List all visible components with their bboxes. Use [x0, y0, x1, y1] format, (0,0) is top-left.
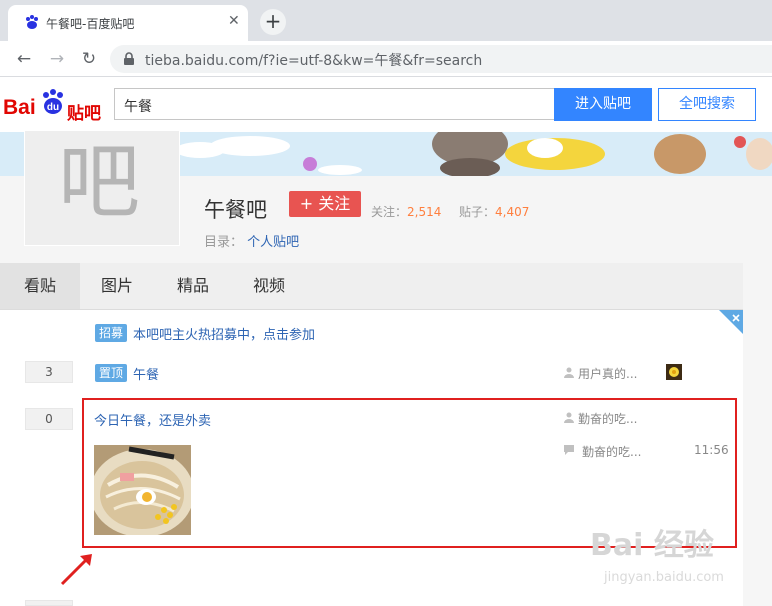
posts-label: 贴子： [459, 205, 496, 219]
baidu-paw-icon [26, 15, 38, 29]
red-arrow-annotation [60, 554, 92, 586]
lock-icon [124, 52, 134, 65]
directory-label: 目录： [204, 235, 244, 250]
svg-text:du: du [47, 102, 59, 113]
pinned-badge: 置顶 [95, 364, 128, 382]
search-all-button[interactable]: 全吧搜索 [658, 88, 756, 121]
search-input-value[interactable]: 午餐 [124, 96, 152, 116]
url-text[interactable]: tieba.baidu.com/f?ie=utf-8&kw=午餐&fr=sear… [145, 50, 482, 70]
level-badge-icon [666, 364, 682, 380]
forum-directory: 目录： 个人贴吧 [204, 231, 299, 250]
directory-link[interactable]: 个人贴吧 [247, 235, 299, 250]
posts-count: 4,407 [495, 205, 530, 219]
close-tab-icon[interactable]: ✕ [228, 13, 240, 29]
followers-count: 2,514 [407, 205, 442, 219]
tab-featured[interactable]: 精品 [155, 263, 231, 309]
forum-name[interactable]: 午餐吧 [204, 194, 267, 224]
tab-title: 午餐吧-百度贴吧 [46, 17, 135, 31]
baidu-logo-paw-icon: du [43, 89, 63, 114]
reply-count: 3 [25, 361, 73, 383]
next-reply-count [25, 600, 73, 606]
forum-avatar-char: 吧 [58, 135, 141, 230]
back-icon[interactable]: ← [14, 49, 34, 69]
followers-label: 关注： [371, 205, 408, 219]
pinned-thread-title[interactable]: 午餐 [133, 364, 159, 383]
posts-stat: 贴子：4,407 [459, 203, 529, 220]
reply-count: 0 [25, 408, 73, 430]
pinned-author[interactable]: 用户真的... [578, 365, 637, 382]
tab-images[interactable]: 图片 [80, 263, 154, 309]
follow-button[interactable]: + 关注 [289, 191, 361, 217]
search-input[interactable] [114, 88, 554, 120]
baidu-logo[interactable]: Bai [3, 96, 36, 120]
right-sidebar [743, 310, 772, 606]
enter-tieba-button[interactable]: 进入贴吧 [554, 88, 652, 121]
tab-videos[interactable]: 视频 [231, 263, 307, 309]
background-tabs [300, 0, 772, 10]
new-tab-button[interactable]: + [260, 9, 286, 35]
user-icon [564, 367, 574, 378]
watermark: Bai 经验 [590, 528, 714, 563]
recruit-badge: 招募 [95, 324, 128, 342]
close-corner-icon[interactable] [719, 310, 743, 334]
tab-posts[interactable]: 看贴 [0, 263, 80, 309]
watermark-url: jingyan.baidu.com [604, 570, 724, 585]
followers-stat: 关注：2,514 [371, 203, 441, 220]
reload-icon[interactable]: ↻ [79, 49, 99, 69]
forward-icon[interactable]: → [47, 49, 67, 69]
recruit-link[interactable]: 本吧吧主火热招募中，点击参加 [133, 324, 315, 343]
